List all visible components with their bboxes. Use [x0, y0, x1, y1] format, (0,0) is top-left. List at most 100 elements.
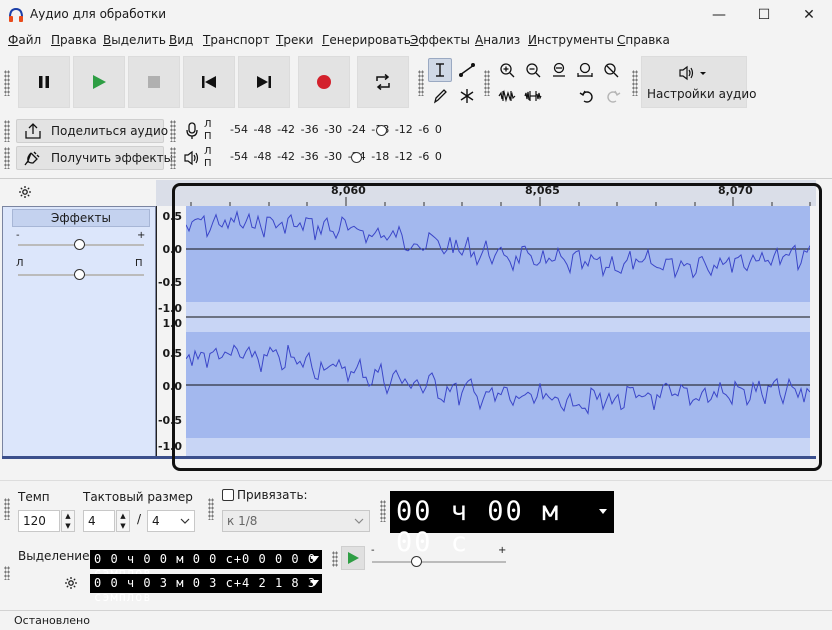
selection-end-value: 0 0 ч 0 3 м 0 3 с+4 2 1 8 3 сэмплов	[94, 576, 317, 604]
menu-analyze[interactable]: Анализ	[475, 33, 520, 47]
snap-grip[interactable]	[208, 498, 214, 520]
audio-settings-button[interactable]: Настройки аудио	[641, 56, 756, 108]
zoom-toggle-button[interactable]	[599, 58, 623, 82]
tick: -48	[253, 150, 272, 163]
close-button[interactable]: ✕	[786, 0, 832, 30]
share-audio-label: Поделиться аудио	[51, 124, 169, 138]
envelope-tool-button[interactable]	[455, 58, 479, 82]
time-display[interactable]: 00 ч 00 м 00 с	[390, 491, 614, 558]
menu-select[interactable]: Выделить	[103, 33, 166, 47]
get-effects-button[interactable]: Получить эффекты	[16, 146, 173, 170]
selection-end-time[interactable]: 0 0 ч 0 3 м 0 3 с+4 2 1 8 3 сэмплов	[90, 574, 322, 604]
gain-min-label: -	[16, 230, 20, 241]
plug-icon	[24, 151, 40, 166]
share-audio-button[interactable]: Поделиться аудио	[16, 119, 168, 143]
tools-grip[interactable]	[418, 70, 424, 96]
selection-start-time[interactable]: 0 0 ч 0 0 м 0 0 с+0 0 0 0 0 сэмплов	[90, 550, 322, 580]
menu-tools[interactable]: Инструменты	[528, 33, 614, 47]
audio-setup-grip[interactable]	[632, 70, 638, 96]
time-signature-numerator[interactable]: 4	[83, 510, 115, 532]
edit-grip[interactable]	[484, 70, 490, 96]
record-meter-right: П	[204, 131, 212, 142]
zoom-in-button[interactable]	[495, 58, 519, 82]
record-button[interactable]	[298, 56, 350, 108]
maximize-button[interactable]: ☐	[741, 0, 787, 30]
zoom-in-icon	[500, 63, 515, 78]
get-effects-label: Получить эффекты	[51, 151, 174, 165]
tick: -30	[324, 123, 343, 136]
record-meter[interactable]: Л П -54 -48 -42 -36 -30 -24 -18 -12 -6 0	[204, 118, 444, 142]
snap-checkbox[interactable]	[222, 489, 234, 501]
playback-meter[interactable]: Л П -54 -48 -42 -36 -30 -24 -18 -12 -6 0	[204, 145, 444, 169]
time-signature-grip[interactable]	[4, 498, 10, 520]
tempo-input[interactable]: 120	[18, 510, 60, 532]
menu-view[interactable]: Вид	[169, 33, 193, 47]
trim-button[interactable]	[495, 84, 519, 108]
play-meter-grip[interactable]	[170, 147, 176, 169]
snap-label: Привязать:	[237, 488, 308, 502]
loop-icon	[376, 73, 390, 91]
menu-edit[interactable]: Правка	[51, 33, 97, 47]
menu-effects[interactable]: Эффекты	[410, 33, 470, 47]
skip-end-button[interactable]	[238, 56, 290, 108]
play-at-speed-button[interactable]	[341, 546, 365, 570]
play-at-speed-grip[interactable]	[332, 551, 338, 567]
time-grip[interactable]	[380, 500, 386, 522]
timeline-options-button[interactable]	[14, 182, 36, 202]
menu-file[interactable]: Файл	[8, 33, 41, 47]
gain-max-label: +	[137, 230, 146, 241]
multi-tool-button[interactable]	[455, 84, 479, 108]
minimize-button[interactable]: —	[696, 0, 742, 30]
play-speed-slider-knob[interactable]	[411, 556, 422, 567]
track-effects-button[interactable]: Эффекты	[12, 209, 150, 227]
tick: -12	[394, 123, 413, 136]
tempo-stepper[interactable]: ▲ ▼	[61, 510, 75, 532]
silence-button[interactable]	[521, 84, 545, 108]
menu-generate[interactable]: Генерировать	[322, 33, 411, 47]
redo-button[interactable]	[601, 84, 625, 108]
gain-slider-knob[interactable]	[74, 239, 85, 250]
loop-button[interactable]	[357, 56, 409, 108]
numerator-stepper[interactable]: ▲ ▼	[116, 510, 130, 532]
time-signature-denominator[interactable]: 4	[147, 510, 195, 532]
menu-help[interactable]: Справка	[617, 33, 670, 47]
pan-slider-knob[interactable]	[74, 269, 85, 280]
play-speed-slider-track[interactable]	[372, 561, 506, 563]
play-icon	[93, 75, 106, 89]
undo-button[interactable]	[575, 84, 599, 108]
tick: -48	[253, 123, 272, 136]
chevron-down-icon	[180, 518, 190, 524]
pan-left-label: Л	[16, 258, 24, 269]
selection-settings-button[interactable]	[60, 573, 82, 593]
divider	[0, 178, 832, 179]
selection-tool-button[interactable]	[428, 58, 452, 82]
stop-button[interactable]	[128, 56, 180, 108]
effects-grip[interactable]	[4, 147, 10, 169]
fit-selection-button[interactable]	[547, 58, 571, 82]
tick: -54	[230, 150, 248, 163]
record-meter-grip[interactable]	[170, 120, 176, 142]
fit-project-button[interactable]	[573, 58, 597, 82]
snap-select[interactable]: к 1/8	[222, 510, 370, 532]
toolbar-grip[interactable]	[4, 70, 10, 96]
selection-grip[interactable]	[4, 566, 10, 580]
snap-value: к 1/8	[227, 514, 258, 528]
microphone-icon[interactable]	[184, 121, 200, 141]
playback-level-knob[interactable]	[351, 152, 362, 163]
zoom-out-button[interactable]	[521, 58, 545, 82]
undo-icon	[579, 90, 593, 103]
tick: -36	[300, 123, 319, 136]
tick: -6	[418, 150, 430, 163]
skip-start-button[interactable]	[183, 56, 235, 108]
share-grip[interactable]	[4, 120, 10, 142]
envelope-icon	[459, 63, 475, 77]
draw-tool-button[interactable]	[428, 84, 452, 108]
record-level-knob[interactable]	[376, 125, 387, 136]
menu-transport[interactable]: Транспорт	[203, 33, 270, 47]
menu-tracks[interactable]: Треки	[276, 33, 313, 47]
app-icon	[9, 7, 23, 22]
dropdown-arrow-icon	[310, 580, 319, 586]
speaker-icon[interactable]	[183, 150, 203, 166]
play-button[interactable]	[73, 56, 125, 108]
pause-button[interactable]	[18, 56, 70, 108]
